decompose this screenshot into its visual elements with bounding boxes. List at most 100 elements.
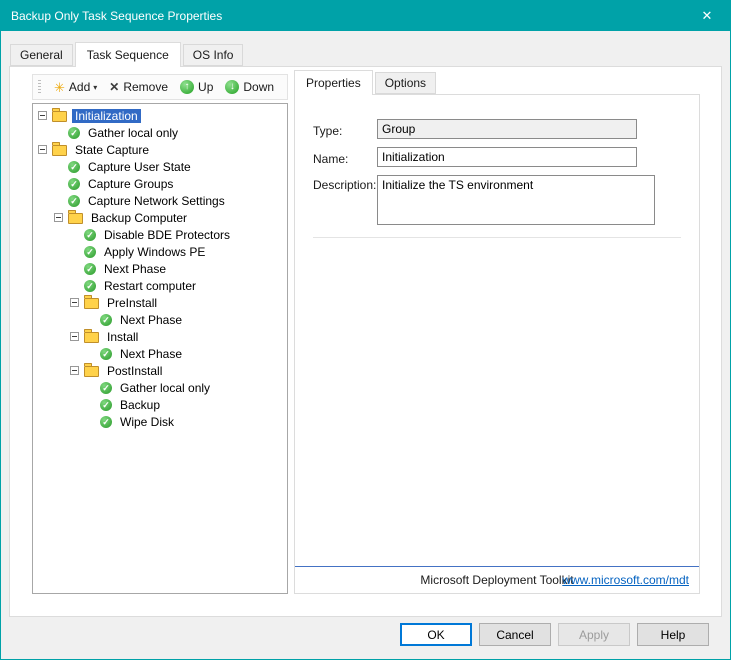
- step-check-icon: ✓: [68, 195, 80, 207]
- tree-item[interactable]: Backup Computer: [33, 209, 287, 226]
- section-divider: [313, 237, 681, 238]
- window-title: Backup Only Task Sequence Properties: [1, 9, 222, 23]
- title-bar: Backup Only Task Sequence Properties ✕: [1, 1, 730, 31]
- tab-properties[interactable]: Properties: [294, 70, 373, 95]
- step-check-icon: ✓: [84, 263, 96, 275]
- tree-item-label: Capture User State: [85, 160, 194, 174]
- tree-item[interactable]: ✓Wipe Disk: [33, 413, 287, 430]
- tree-item[interactable]: State Capture: [33, 141, 287, 158]
- step-check-icon: ✓: [100, 348, 112, 360]
- field-label-name: Name:: [313, 149, 377, 166]
- tree-item-label: Next Phase: [101, 262, 169, 276]
- ok-button[interactable]: OK: [400, 623, 472, 646]
- tree-collapse-icon[interactable]: [54, 213, 63, 222]
- tab-task-sequence[interactable]: Task Sequence: [75, 42, 181, 67]
- up-button-label: Up: [198, 80, 213, 94]
- type-input[interactable]: [377, 119, 637, 139]
- tree-panel: ✳ Add ▾ ✕ Remove ↑ Up ↓ Down Initializat…: [32, 74, 288, 594]
- tree-indent: [38, 251, 70, 252]
- step-check-icon: ✓: [100, 416, 112, 428]
- tree-indent: [38, 234, 70, 235]
- task-sequence-tree[interactable]: Initialization✓Gather local onlyState Ca…: [32, 103, 288, 594]
- tree-collapse-icon[interactable]: [70, 298, 79, 307]
- move-up-button[interactable]: ↑ Up: [175, 78, 218, 96]
- tree-item[interactable]: ✓Backup: [33, 396, 287, 413]
- tree-item-label: Restart computer: [101, 279, 199, 293]
- tree-toolbar: ✳ Add ▾ ✕ Remove ↑ Up ↓ Down: [32, 74, 288, 100]
- remove-button[interactable]: ✕ Remove: [104, 78, 173, 96]
- tree-item-label: PreInstall: [104, 296, 160, 310]
- add-button[interactable]: ✳ Add ▾: [49, 78, 102, 96]
- group-folder-icon: [68, 213, 83, 224]
- detail-tab-strip: PropertiesOptions: [294, 72, 438, 94]
- down-arrow-icon: ↓: [225, 80, 239, 94]
- tree-item[interactable]: ✓ Capture Network Settings: [33, 192, 287, 209]
- tree-item[interactable]: ✓Next Phase: [33, 345, 287, 362]
- tab-general[interactable]: General: [10, 44, 73, 66]
- down-button-label: Down: [243, 80, 274, 94]
- step-check-icon: ✓: [68, 178, 80, 190]
- tree-item[interactable]: ✓Gather local only: [33, 124, 287, 141]
- tree-collapse-icon[interactable]: [70, 366, 79, 375]
- close-button[interactable]: ✕: [684, 1, 730, 31]
- help-button[interactable]: Help: [637, 623, 709, 646]
- tree-collapse-icon[interactable]: [70, 332, 79, 341]
- tree-item[interactable]: ✓ Capture User State: [33, 158, 287, 175]
- toolbar-grip-icon: [38, 80, 41, 94]
- description-input[interactable]: [377, 175, 655, 225]
- mdt-footer: Microsoft Deployment Toolkit www.microso…: [295, 566, 699, 593]
- tree-item-label: Next Phase: [117, 313, 185, 327]
- tree-item-label: State Capture: [72, 143, 152, 157]
- field-label-description: Description:: [313, 175, 377, 192]
- close-icon: ✕: [702, 8, 713, 24]
- tree-item[interactable]: ✓Gather local only: [33, 379, 287, 396]
- tree-item-label: Backup: [117, 398, 163, 412]
- group-folder-icon: [84, 366, 99, 377]
- group-folder-icon: [52, 111, 67, 122]
- dialog-button-row: OKCancelApplyHelp: [400, 623, 709, 646]
- tree-indent: [38, 200, 54, 201]
- task-sequence-tab-page: ✳ Add ▾ ✕ Remove ↑ Up ↓ Down Initializat…: [9, 66, 722, 617]
- tree-indent: [38, 166, 54, 167]
- tree-item-label: Capture Network Settings: [85, 194, 228, 208]
- cancel-button[interactable]: Cancel: [479, 623, 551, 646]
- tree-item[interactable]: ✓ Next Phase: [33, 260, 287, 277]
- tree-item[interactable]: ✓ Capture Groups: [33, 175, 287, 192]
- tree-item[interactable]: PostInstall: [33, 362, 287, 379]
- remove-button-label: Remove: [123, 80, 168, 94]
- tab-options[interactable]: Options: [375, 72, 436, 94]
- mdt-website-link[interactable]: www.microsoft.com/mdt: [562, 573, 689, 587]
- move-down-button[interactable]: ↓ Down: [220, 78, 279, 96]
- tree-item-label: Disable BDE Protectors: [101, 228, 233, 242]
- tree-indent: [38, 387, 86, 388]
- step-check-icon: ✓: [84, 280, 96, 292]
- tree-item[interactable]: Initialization: [33, 107, 287, 124]
- tab-os-info[interactable]: OS Info: [183, 44, 244, 66]
- tree-item-label: Capture Groups: [85, 177, 176, 191]
- tree-item[interactable]: ✓Disable BDE Protectors: [33, 226, 287, 243]
- name-input[interactable]: [377, 147, 637, 167]
- field-row-description: Description:: [313, 175, 681, 225]
- add-icon: ✳: [54, 81, 65, 94]
- tree-item[interactable]: Install: [33, 328, 287, 345]
- step-check-icon: ✓: [68, 161, 80, 173]
- task-sequence-properties-dialog: Backup Only Task Sequence Properties ✕ G…: [0, 0, 731, 660]
- properties-fields: Type:Name:Description:: [295, 95, 699, 225]
- tree-collapse-icon[interactable]: [38, 111, 47, 120]
- field-row-name: Name:: [313, 147, 681, 167]
- tree-item[interactable]: ✓Apply Windows PE: [33, 243, 287, 260]
- tree-indent: [38, 370, 70, 371]
- tree-item[interactable]: ✓Next Phase: [33, 311, 287, 328]
- step-check-icon: ✓: [100, 382, 112, 394]
- tree-collapse-icon[interactable]: [38, 145, 47, 154]
- tree-item[interactable]: ✓ Restart computer: [33, 277, 287, 294]
- tree-indent: [38, 268, 70, 269]
- tree-indent: [38, 404, 86, 405]
- group-folder-icon: [52, 145, 67, 156]
- tree-item[interactable]: PreInstall: [33, 294, 287, 311]
- tree-item-label: Initialization: [72, 109, 141, 123]
- tree-item-label: Apply Windows PE: [101, 245, 208, 259]
- tree-item-label: PostInstall: [104, 364, 165, 378]
- tree-indent: [38, 183, 54, 184]
- add-button-label: Add: [69, 80, 90, 94]
